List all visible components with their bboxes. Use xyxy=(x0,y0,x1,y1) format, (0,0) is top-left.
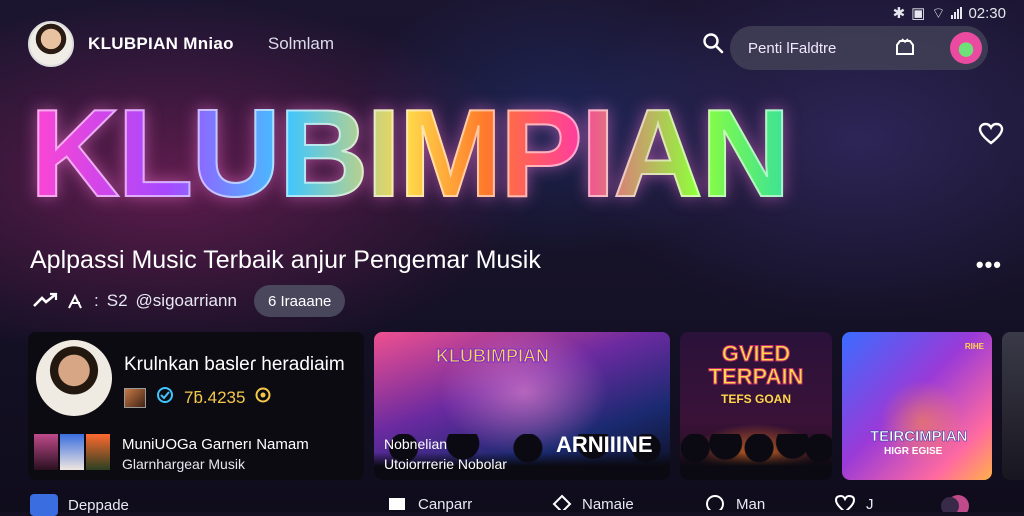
nav-label: Namaie xyxy=(582,495,634,513)
nav-item-search[interactable]: Canparr xyxy=(386,494,472,514)
like-icon[interactable] xyxy=(66,292,86,310)
bottom-nav: Deppade Canparr Namaie Man J xyxy=(0,494,1024,516)
card-subtitle: Utoiorrrerie Nobolar xyxy=(384,456,507,472)
profile-avatar-icon xyxy=(940,494,970,516)
nav-label: Deppade xyxy=(68,496,129,514)
verified-icon xyxy=(156,386,174,409)
hero-meta: : S2 @sigoarriann xyxy=(32,286,245,316)
home-icon xyxy=(30,494,58,516)
card-label: Nobnelian xyxy=(384,436,448,452)
card-title: GVIED TERPAIN xyxy=(708,341,804,390)
card-subtitle: TEFS GOAN xyxy=(720,392,791,406)
user-avatar[interactable] xyxy=(950,32,982,64)
search-pill[interactable]: Penti lFaldtre xyxy=(730,26,988,70)
chat-icon xyxy=(704,494,726,514)
coin-icon xyxy=(255,387,271,408)
artist-avatar xyxy=(36,340,112,416)
artist-thumbnails xyxy=(34,434,110,470)
diamond-icon xyxy=(552,494,572,514)
featured-card-partial[interactable] xyxy=(1002,332,1024,480)
nav-item-library[interactable]: Namaie xyxy=(552,494,634,514)
featured-card-artist[interactable]: RIHE TEIRCIMPIAN HIGR EGISE xyxy=(842,332,992,480)
artist-profile-card[interactable]: Krulnkan basleɾ heradiaim 7ƃ.4235 MuniUO… xyxy=(28,332,364,480)
meta-handle[interactable]: @sigoarriann xyxy=(136,291,237,311)
top-header: KLUBPIAN Mniao Solmlam Penti lFaldtre xyxy=(28,18,1006,70)
meta-stat: S2 xyxy=(106,291,128,310)
card-subtitle: HIGR EGISE xyxy=(884,446,943,457)
header-subtitle[interactable]: Solmlam xyxy=(268,34,334,54)
card-title: TEIRCIMPIAN xyxy=(870,428,968,446)
hero-chip[interactable]: 6 Iraaane xyxy=(254,285,346,317)
favorite-icon[interactable] xyxy=(978,122,1004,151)
nav-label: Canparr xyxy=(418,495,473,513)
search-input[interactable]: Penti lFaldtre xyxy=(748,40,836,57)
nav-item-home[interactable]: Deppade xyxy=(30,494,129,516)
featured-card-concert[interactable]: KLUBIMPIAN ARNIIINE Nobnelian Utoiorrrer… xyxy=(374,332,670,480)
featured-card-event[interactable]: GVIED TERPAIN TEFS GOAN xyxy=(680,332,832,480)
card-logo: KLUBIMPIAN xyxy=(436,346,550,367)
cast-icon[interactable] xyxy=(894,38,916,63)
artist-genre: MuniUOGa Garnerı Namam xyxy=(122,436,309,453)
app-name: KLUBPIAN Mniao xyxy=(88,34,234,53)
nav-item-map[interactable]: Man xyxy=(704,494,765,514)
avatar[interactable] xyxy=(28,21,74,67)
artist-name: Krulnkan basleɾ heradiaim xyxy=(124,354,345,375)
card-title: ARNIIINE xyxy=(556,432,653,457)
bag-icon xyxy=(386,494,408,514)
card-badge: RIHE xyxy=(964,342,984,351)
share-icon[interactable] xyxy=(32,292,58,310)
artist-stats: 7ƃ.4235 xyxy=(124,386,271,409)
nav-item-profile[interactable] xyxy=(940,494,970,516)
heart-icon xyxy=(834,494,856,514)
nav-label: Man xyxy=(736,495,766,513)
nav-label: J xyxy=(866,495,874,513)
follower-count: 7ƃ.4235 xyxy=(184,387,246,407)
artist-thumb xyxy=(124,387,146,408)
artist-desc: Glarnhargear Musik xyxy=(122,456,245,472)
hero-title: KLUBIMPIAN xyxy=(29,85,791,223)
hero-tagline: Aplpassi Music Terbaik anjur Pengemar Mu… xyxy=(30,246,541,274)
more-options-icon[interactable]: ••• xyxy=(976,252,1002,278)
nav-item-favorites[interactable]: J xyxy=(834,494,874,514)
search-icon[interactable] xyxy=(702,32,724,59)
